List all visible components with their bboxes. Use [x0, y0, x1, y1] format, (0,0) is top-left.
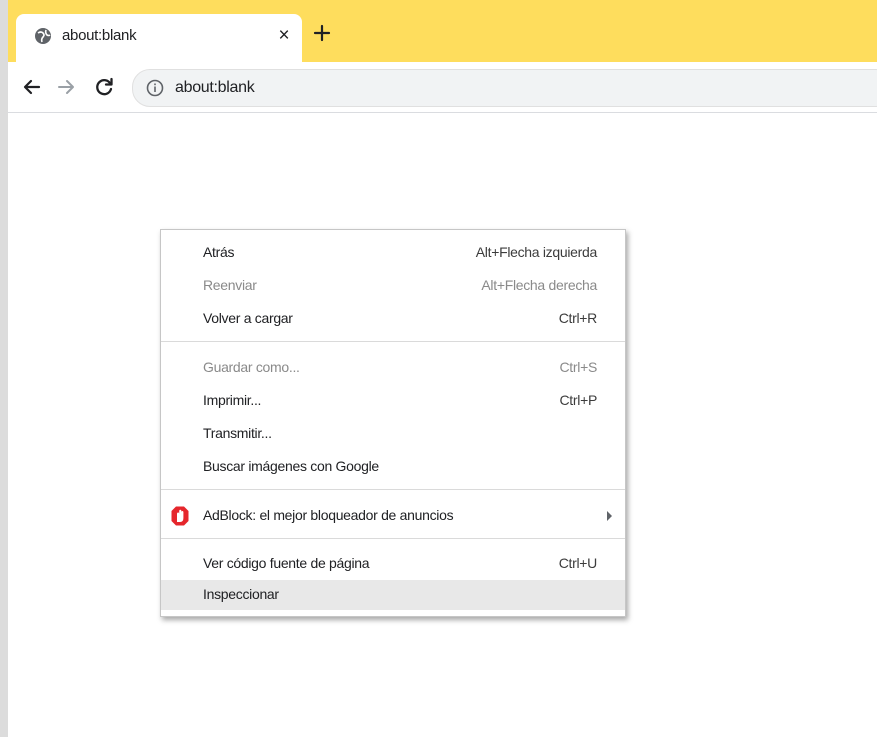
chevron-right-icon: [607, 511, 612, 521]
menu-item-shortcut: Ctrl+P: [559, 392, 598, 408]
tab-title: about:blank: [62, 27, 137, 44]
address-bar[interactable]: about:blank: [132, 69, 877, 107]
globe-icon: [35, 28, 51, 44]
menu-item-forward[interactable]: Reenviar Alt+Flecha derecha: [161, 271, 625, 301]
close-icon[interactable]: ×: [274, 26, 294, 46]
menu-item-label: Atrás: [203, 244, 235, 260]
menu-item-label: Inspeccionar: [203, 586, 279, 602]
menu-item-label: Imprimir...: [203, 392, 262, 408]
menu-item-back[interactable]: Atrás Alt+Flecha izquierda: [161, 238, 625, 268]
menu-item-label: Volver a cargar: [203, 310, 293, 326]
active-tab[interactable]: about:blank ×: [16, 14, 302, 62]
context-menu: Atrás Alt+Flecha izquierda Reenviar Alt+…: [160, 229, 626, 617]
menu-separator: [161, 538, 625, 539]
url-text[interactable]: about:blank: [175, 79, 255, 97]
adblock-icon: [171, 506, 189, 526]
menu-item-shortcut: Alt+Flecha izquierda: [475, 244, 598, 260]
reload-icon[interactable]: [92, 75, 116, 99]
menu-item-label: Transmitir...: [203, 425, 272, 441]
menu-item-save-as[interactable]: Guardar como... Ctrl+S: [161, 353, 625, 383]
menu-item-inspect[interactable]: Inspeccionar: [161, 580, 625, 610]
new-tab-button[interactable]: [310, 21, 334, 45]
menu-item-view-source[interactable]: Ver código fuente de página Ctrl+U: [161, 549, 625, 579]
back-arrow-icon[interactable]: [20, 75, 44, 99]
menu-item-shortcut: Ctrl+U: [558, 555, 598, 571]
menu-separator: [161, 489, 625, 490]
menu-item-label: Guardar como...: [203, 359, 300, 375]
menu-item-reload[interactable]: Volver a cargar Ctrl+R: [161, 304, 625, 334]
menu-item-shortcut: Ctrl+S: [559, 359, 598, 375]
info-icon[interactable]: [146, 79, 164, 97]
forward-arrow-icon[interactable]: [54, 75, 78, 99]
menu-item-shortcut: Ctrl+R: [558, 310, 598, 326]
menu-item-label: AdBlock: el mejor bloqueador de anuncios: [203, 507, 454, 523]
menu-separator: [161, 341, 625, 342]
tab-strip: about:blank ×: [8, 0, 877, 62]
browser-window: about:blank × about:blank Atrás Alt+Flec…: [8, 0, 877, 737]
menu-item-label: Reenviar: [203, 277, 257, 293]
menu-item-search-images[interactable]: Buscar imágenes con Google: [161, 452, 625, 482]
menu-item-adblock[interactable]: AdBlock: el mejor bloqueador de anuncios: [161, 501, 625, 531]
menu-item-cast[interactable]: Transmitir...: [161, 419, 625, 449]
menu-item-shortcut: Alt+Flecha derecha: [481, 277, 597, 293]
toolbar: about:blank: [8, 62, 877, 113]
menu-item-print[interactable]: Imprimir... Ctrl+P: [161, 386, 625, 416]
menu-item-label: Buscar imágenes con Google: [203, 458, 379, 474]
menu-item-label: Ver código fuente de página: [203, 555, 370, 571]
